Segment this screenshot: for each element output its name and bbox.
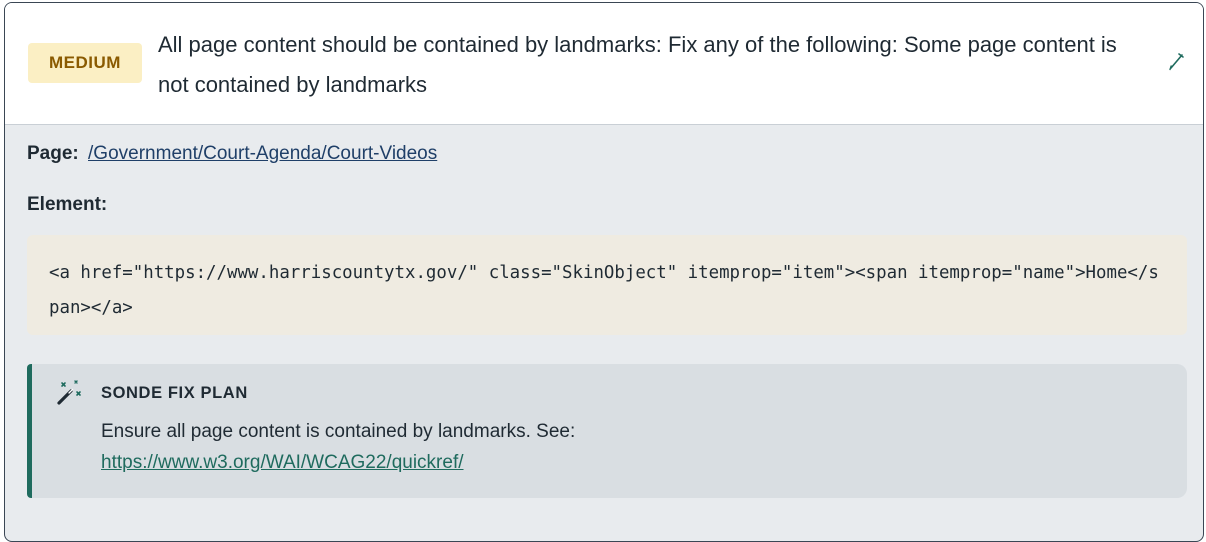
element-code: <a href="https://www.harriscountytx.gov/… <box>27 235 1187 335</box>
fix-plan-link[interactable]: https://www.w3.org/WAI/WCAG22/quickref/ <box>101 452 464 473</box>
severity-badge: MEDIUM <box>28 43 142 83</box>
issue-card: MEDIUM All page content should be contai… <box>4 2 1204 542</box>
fix-plan-text: Ensure all page content is contained by … <box>101 416 1161 478</box>
issue-title: All page content should be contained by … <box>158 32 1117 97</box>
issue-header[interactable]: MEDIUM All page content should be contai… <box>5 3 1203 125</box>
page-link[interactable]: /Government/Court-Agenda/Court-Videos <box>88 143 437 164</box>
fix-plan-description: Ensure all page content is contained by … <box>101 421 576 442</box>
page-line: Page: /Government/Court-Agenda/Court-Vid… <box>27 143 437 165</box>
fix-plan-callout: SONDE FIX PLAN Ensure all page content i… <box>27 364 1187 498</box>
pencil-icon[interactable] <box>1168 51 1186 71</box>
page-label: Page: <box>27 143 79 164</box>
element-label: Element: <box>27 194 108 215</box>
fix-plan-heading: SONDE FIX PLAN <box>101 384 248 402</box>
magic-wand-icon <box>57 380 81 405</box>
